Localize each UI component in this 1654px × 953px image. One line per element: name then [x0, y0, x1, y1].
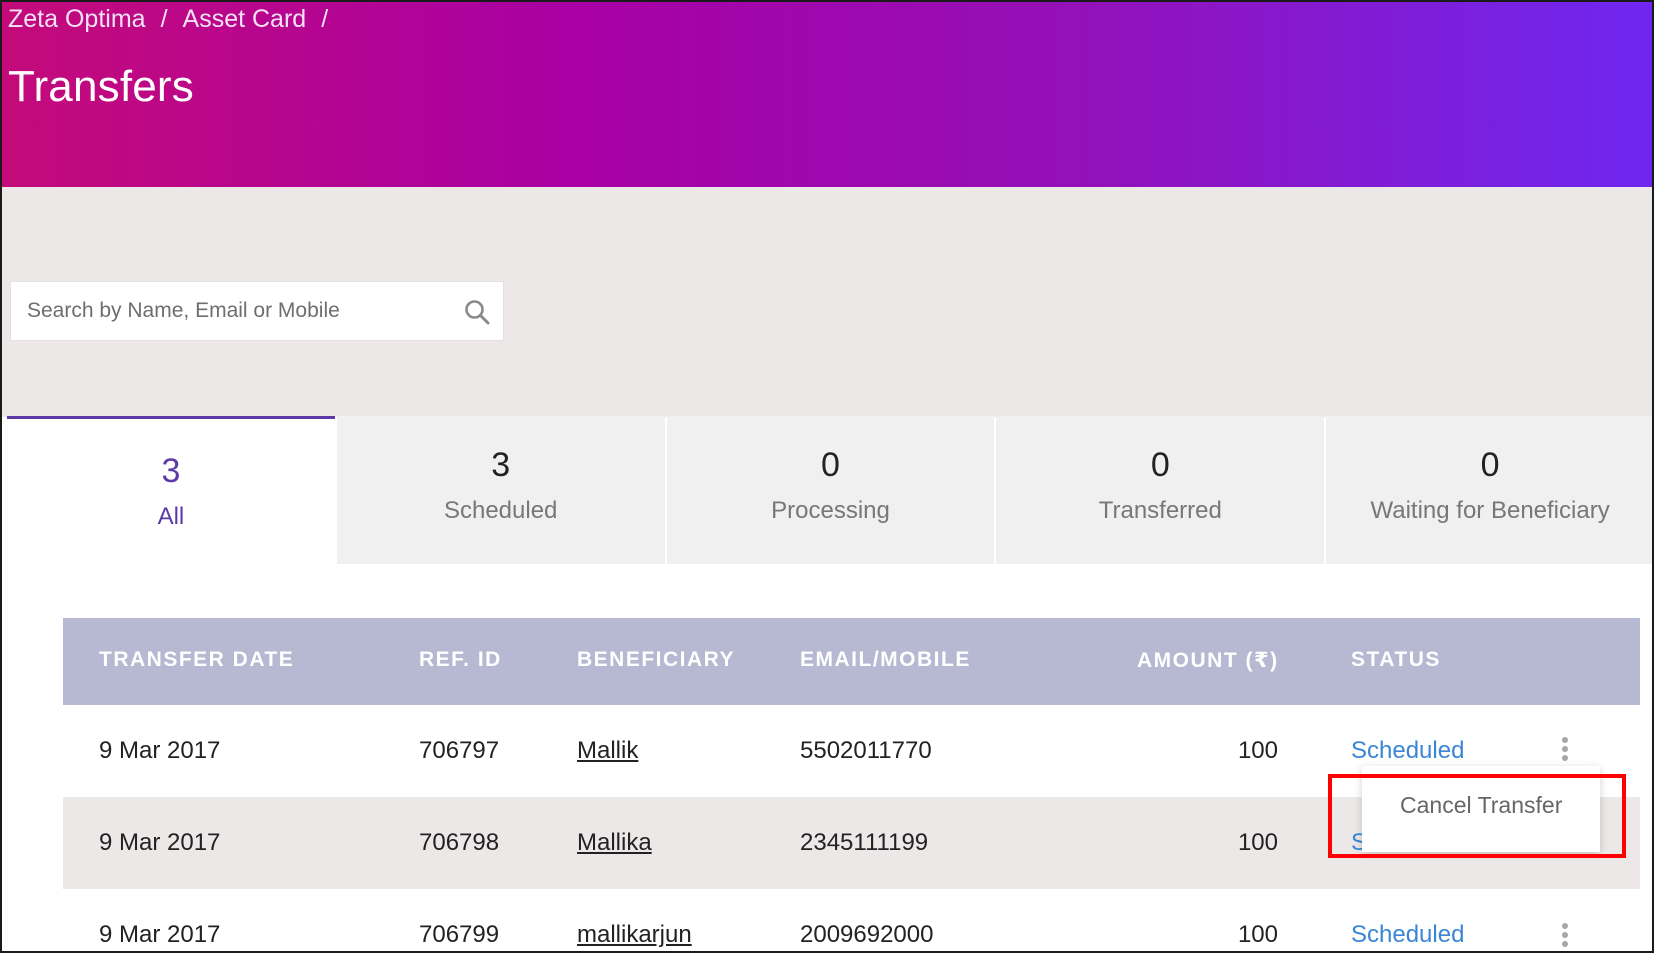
page-header: Zeta Optima / Asset Card / Transfers	[2, 2, 1652, 187]
breadcrumb-separator: /	[160, 5, 168, 33]
tab-count: 3	[161, 452, 181, 490]
tab-label: Waiting for Beneficiary	[1370, 497, 1610, 524]
tab-processing[interactable]: 0 Processing	[666, 416, 995, 564]
column-header-ref-id[interactable]: REF. ID	[419, 648, 502, 672]
breadcrumb-item-zeta-optima[interactable]: Zeta Optima	[8, 5, 146, 34]
more-options-icon[interactable]	[1561, 923, 1569, 949]
more-options-icon[interactable]	[1561, 737, 1569, 763]
tab-count: 0	[1480, 446, 1500, 484]
cell-amount: 100	[1237, 737, 1278, 764]
cell-transfer-date: 9 Mar 2017	[99, 829, 221, 856]
tab-count: 0	[821, 446, 840, 484]
page-title: Transfers	[8, 62, 194, 111]
tab-all[interactable]: 3 All	[7, 416, 335, 564]
beneficiary-link[interactable]: Mallika	[577, 829, 652, 857]
column-header-beneficiary[interactable]: BENEFICIARY	[577, 648, 735, 672]
cell-transfer-date: 9 Mar 2017	[99, 737, 221, 764]
cell-email-mobile: 2345111199	[800, 829, 929, 856]
tab-count: 0	[1150, 446, 1170, 484]
breadcrumb: Zeta Optima / Asset Card /	[8, 5, 343, 34]
cell-email-mobile: 5502011770	[800, 737, 932, 764]
app-window: Zeta Optima / Asset Card / Transfers 3 A…	[0, 0, 1654, 953]
table-row: 9 Mar 2017 706799 mallikarjun 2009692000…	[63, 889, 1640, 951]
tab-label: Processing	[771, 497, 890, 524]
breadcrumb-separator: /	[321, 5, 329, 33]
tab-label: Transferred	[1098, 497, 1222, 524]
column-header-transfer-date[interactable]: TRANSFER DATE	[99, 648, 294, 672]
tab-label: All	[157, 503, 185, 530]
search-icon[interactable]	[463, 298, 491, 326]
beneficiary-link[interactable]: mallikarjun	[577, 921, 692, 949]
tab-scheduled[interactable]: 3 Scheduled	[336, 416, 665, 564]
status-badge: Scheduled	[1351, 921, 1465, 948]
cell-amount: 100	[1237, 829, 1278, 856]
table-header: TRANSFER DATE REF. ID BENEFICIARY EMAIL/…	[63, 618, 1640, 705]
column-header-status[interactable]: STATUS	[1351, 648, 1441, 672]
tab-transferred[interactable]: 0 Transferred	[996, 416, 1325, 564]
highlight-annotation	[1328, 774, 1626, 858]
column-header-email-mobile[interactable]: EMAIL/MOBILE	[800, 648, 971, 672]
tab-label: Scheduled	[443, 497, 558, 524]
tab-count: 3	[491, 446, 511, 484]
search-input[interactable]	[11, 282, 441, 340]
search-box	[10, 281, 504, 341]
cell-email-mobile: 2009692000	[800, 921, 934, 948]
status-badge: Scheduled	[1351, 737, 1465, 764]
cell-amount: 100	[1237, 921, 1278, 948]
cell-ref-id: 706799	[419, 921, 500, 948]
cell-transfer-date: 9 Mar 2017	[99, 921, 221, 948]
column-header-amount[interactable]: AMOUNT (₹)	[1137, 648, 1279, 673]
beneficiary-link[interactable]: Mallik	[577, 737, 638, 765]
tab-waiting-for-beneficiary[interactable]: 0 Waiting for Beneficiary	[1326, 416, 1652, 564]
breadcrumb-item-asset-card[interactable]: Asset Card	[183, 5, 307, 34]
cell-ref-id: 706798	[419, 829, 500, 856]
cell-ref-id: 706797	[419, 737, 500, 764]
status-tabs: 3 All 3 Scheduled 0 Processing 0 Transfe…	[7, 416, 1652, 564]
